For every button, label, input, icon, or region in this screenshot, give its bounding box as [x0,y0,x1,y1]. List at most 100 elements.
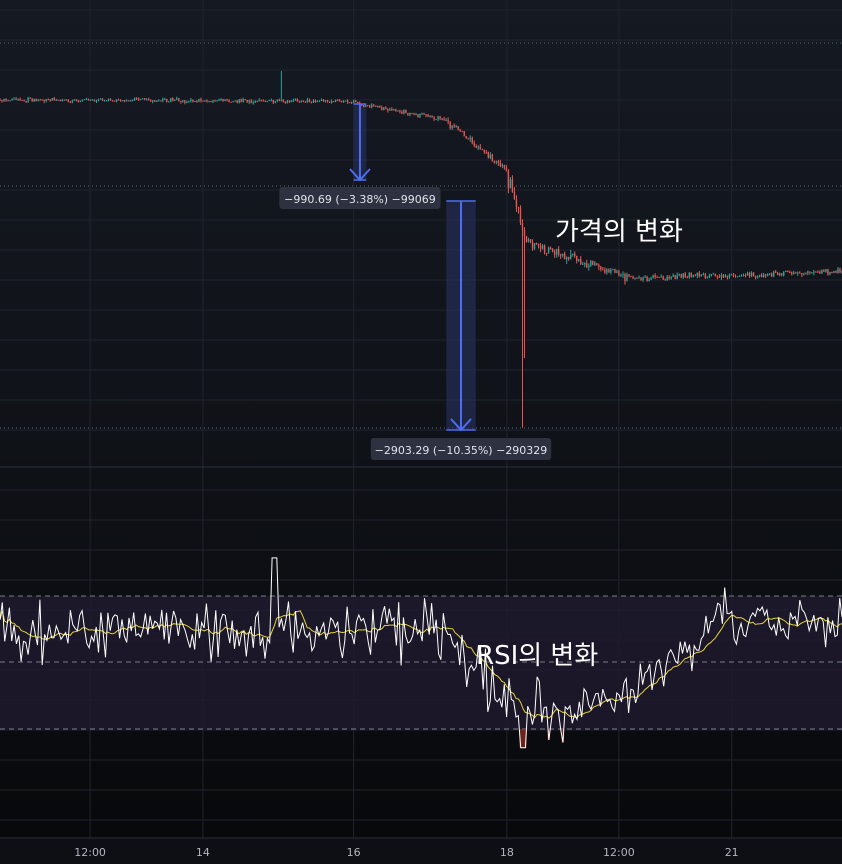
candle-body [662,276,664,280]
candle-body [746,272,749,276]
candle-body [704,273,707,279]
candle-body [700,274,703,277]
candle-body [435,119,437,121]
candle-body [463,131,465,137]
candle-body [483,149,486,152]
candle-body [507,170,510,189]
candle-body [511,179,514,193]
candle-body [539,246,542,249]
price-panel[interactable]: −990.69 (−3.38%) −99069 −2903.29 (−10.35%… [0,71,842,460]
price-change-annotation: 가격의 변화 [555,217,683,247]
candle-body [148,99,150,101]
time-axis[interactable]: 12:00 14 16 18 12:00 21 [0,837,842,864]
candle-body [598,264,600,267]
candle-body [419,113,421,118]
candle-body [340,101,343,103]
candle-body [491,154,494,162]
candle-body [459,129,461,132]
candle-body [117,99,120,101]
candle-body [95,100,98,102]
candle-body [238,99,240,103]
candle-body [487,152,490,158]
candle-body [367,105,369,107]
candle-body [79,100,82,102]
candle-body [537,243,540,247]
time-axis-tick-label: 16 [347,846,361,859]
candle-body [449,121,451,129]
candle-body [375,105,377,107]
candle-body [322,99,325,102]
candle-body [77,100,80,102]
candle-body [409,112,411,115]
candle-body [328,101,331,103]
candle-body [111,100,114,102]
candle-body [616,271,618,273]
candle-body [338,100,341,102]
candle-body [732,274,735,276]
candle-body [501,164,504,166]
candle-body [565,257,568,260]
candle-body [170,98,172,102]
candle-body [85,98,88,100]
candle-body [551,249,554,252]
candle-body [437,116,439,120]
candle-body [829,272,831,275]
candle-body [383,107,385,110]
candle-body [256,101,258,103]
candle-body [244,99,246,101]
candle-body [268,100,270,102]
time-axis-tick-label: 18 [500,846,514,859]
candle-body [182,100,184,102]
candle-body [109,98,112,101]
candle-body [232,101,234,103]
candle-body [720,275,723,278]
candle-body [656,276,658,278]
candle-body [415,114,417,116]
candle-body [385,107,387,110]
candle-body [121,100,124,102]
candle-body [290,100,293,102]
candle-body [614,269,616,273]
candle-body [495,160,498,163]
candle-body [563,253,566,260]
candle-body [180,101,182,103]
candle-body [107,98,110,101]
candle-body [549,247,552,250]
candle-body [738,275,741,277]
candle-body [216,100,218,102]
candle-body [608,269,610,273]
candle-body [172,98,174,101]
candle-body [676,275,678,279]
candle-body [264,100,266,102]
candle-body [519,207,522,223]
candle-body [553,251,556,255]
candle-body [152,100,154,102]
candle-body [543,245,546,253]
rsi-panel[interactable]: RSI의 변화 [0,557,842,749]
candle-body [612,269,614,271]
candle-body [33,99,35,102]
candle-body [646,276,648,282]
candle-body [254,101,256,103]
candle-body [49,99,51,101]
trading-chart[interactable]: −990.69 (−3.38%) −99069 −2903.29 (−10.35%… [0,0,842,864]
price-range-measures[interactable]: −990.69 (−3.38%) −99069 −2903.29 (−10.35%… [279,103,552,460]
candle-body [7,100,9,102]
candle-body [523,229,526,237]
candle-body [115,99,118,102]
candle-body [284,102,287,104]
candle-body [517,207,520,209]
candle-body [602,269,604,271]
candle-body [204,100,206,102]
candle-body [316,101,319,103]
candle-body [320,99,323,101]
measure-backgrounds [353,104,476,430]
candle-body [401,111,403,114]
candle-body [332,101,335,103]
candle-body [363,105,365,107]
candle-body [350,102,353,104]
candle-body [680,274,682,278]
candle-body [678,274,680,276]
candle-body [129,100,132,102]
rsi-oversold-fill [519,729,565,748]
